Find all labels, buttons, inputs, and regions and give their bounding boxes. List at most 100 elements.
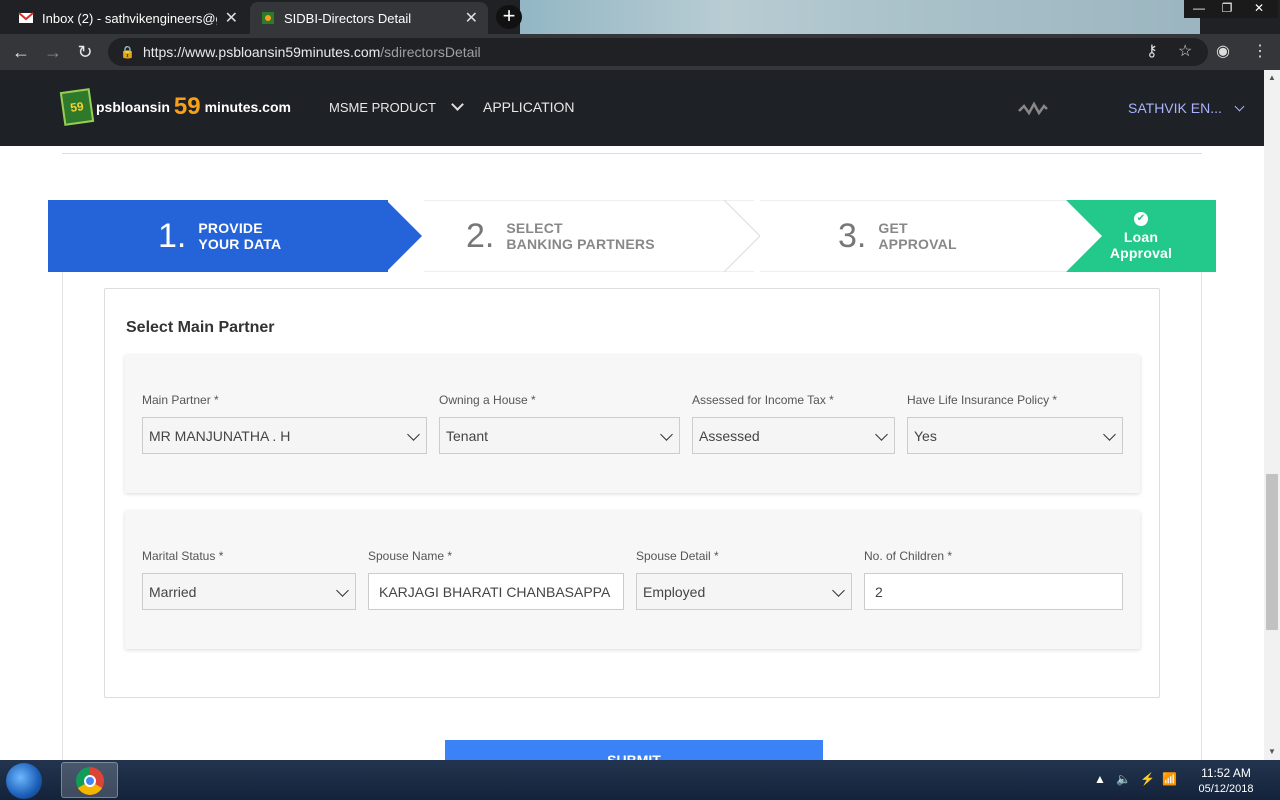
window-background <box>520 0 1200 34</box>
nav-msme-product[interactable]: MSME PRODUCT <box>329 98 465 115</box>
select-value: Married <box>149 583 197 600</box>
chevron-down-icon <box>875 428 888 441</box>
life-insurance-select[interactable]: Yes <box>907 417 1123 454</box>
step-label: Approval <box>1109 244 1173 261</box>
step-label: YOUR DATA <box>198 236 282 252</box>
nav-application[interactable]: APPLICATION <box>483 99 575 115</box>
close-tab-icon[interactable]: ✕ <box>225 8 238 28</box>
restore-button[interactable]: ❐ <box>1212 0 1242 18</box>
step-arrow <box>386 200 422 272</box>
tray-expand-icon[interactable]: ▲ <box>1094 772 1106 786</box>
main-partner-select[interactable]: MR MANJUNATHA . H <box>142 417 427 454</box>
clock-time: 11:52 AM <box>1201 766 1251 780</box>
site-logo[interactable]: 59 psbloansin 59 minutes.com <box>59 88 291 126</box>
chevron-down-icon <box>451 98 465 111</box>
minimize-button[interactable]: — <box>1184 0 1214 18</box>
chevron-down-icon <box>407 428 420 441</box>
field-label: Spouse Name * <box>368 549 453 563</box>
owning-house-field: Owning a House * Tenant <box>439 393 680 454</box>
step-label: Loan <box>1123 228 1159 245</box>
life-insurance-field: Have Life Insurance Policy * Yes <box>907 393 1123 454</box>
field-label: Marital Status * <box>142 549 224 563</box>
step-provide-data[interactable]: 1. PROVIDE YOUR DATA <box>48 200 388 272</box>
partner-details-panel: Main Partner * MR MANJUNATHA . H Owning … <box>125 355 1140 493</box>
children-field: No. of Children * 2 <box>864 549 1123 610</box>
step-label: GET <box>878 220 908 236</box>
menu-icon[interactable]: ⋮ <box>1252 38 1268 66</box>
field-label: Main Partner * <box>142 393 219 407</box>
clock-date: 05/12/2018 <box>1198 783 1254 795</box>
page-content: 1. PROVIDE YOUR DATA 2. SELECT BANKING PAR… <box>0 146 1264 760</box>
activity-icon[interactable] <box>1018 101 1048 117</box>
income-tax-field: Assessed for Income Tax * Assessed <box>692 393 895 454</box>
tab-gmail[interactable]: Inbox (2) - sathvikengineers@gm ✕ <box>8 2 248 34</box>
chevron-down-icon <box>832 584 845 597</box>
submit-button[interactable]: SUBMIT <box>445 740 823 760</box>
windows-taskbar: ▲ 🔈 ⚡ 📶 11:52 AM 05/12/2018 <box>0 760 1280 800</box>
step-get-approval[interactable]: 3. GET APPROVAL <box>760 200 1066 272</box>
start-button[interactable] <box>6 763 42 799</box>
logo-domain: minutes.com <box>204 99 291 115</box>
key-icon[interactable]: ⚷ <box>1146 38 1158 66</box>
forward-icon[interactable]: → <box>40 40 66 64</box>
site-favicon <box>262 12 274 24</box>
bookmark-star-icon[interactable]: ☆ <box>1178 38 1192 66</box>
chevron-down-icon <box>1103 428 1116 441</box>
main-partner-form: Select Main Partner Main Partner * MR MA… <box>104 288 1160 698</box>
marital-status-select[interactable]: Married <box>142 573 356 610</box>
field-label: Spouse Detail * <box>636 549 719 563</box>
close-window-button[interactable]: ✕ <box>1240 0 1278 18</box>
user-name: SATHVIK EN... <box>1128 100 1222 116</box>
form-title: Select Main Partner <box>126 319 275 336</box>
gmail-icon <box>18 12 34 23</box>
tab-title: SIDBI-Directors Detail <box>284 10 412 26</box>
scroll-down-icon[interactable]: ▼ <box>1264 744 1280 760</box>
logo-text: psbloansin <box>96 99 170 115</box>
logo-badge: 59 <box>59 88 95 126</box>
chevron-down-icon <box>1234 101 1245 112</box>
nav-msme-label: MSME PRODUCT <box>329 100 436 115</box>
system-clock[interactable]: 11:52 AM 05/12/2018 <box>1188 765 1264 797</box>
field-label: Assessed for Income Tax * <box>692 393 834 407</box>
step-select-banking[interactable]: 2. SELECT BANKING PARTNERS <box>424 200 754 272</box>
spouse-name-field: Spouse Name * KARJAGI BHARATI CHANBASAPP… <box>368 549 624 610</box>
input-value: KARJAGI BHARATI CHANBASAPPA <box>379 583 611 600</box>
step-number: 2. <box>466 216 495 255</box>
select-value: Tenant <box>446 427 489 444</box>
power-icon[interactable]: ⚡ <box>1140 772 1155 786</box>
address-bar[interactable]: 🔒 https://www.psbloansin59minutes.com /s… <box>108 38 1208 66</box>
network-icon[interactable]: 📶 <box>1162 772 1177 786</box>
step-label: APPROVAL <box>878 236 957 252</box>
step-label: SELECT <box>506 220 563 236</box>
browser-toolbar: ← → ↻ 🔒 https://www.psbloansin59minutes.… <box>0 34 1280 70</box>
chevron-down-icon <box>336 584 349 597</box>
reload-icon[interactable]: ↻ <box>72 40 98 64</box>
back-icon[interactable]: ← <box>8 40 34 64</box>
page-scrollbar[interactable]: ▲ ▼ <box>1264 70 1280 760</box>
chevron-down-icon <box>660 428 673 441</box>
select-value: Employed <box>643 583 706 600</box>
family-details-panel: Marital Status * Married Spouse Name * K… <box>125 511 1140 649</box>
new-tab-button[interactable]: + <box>496 5 522 29</box>
income-tax-select[interactable]: Assessed <box>692 417 895 454</box>
tab-sidbi[interactable]: SIDBI-Directors Detail ✕ <box>250 2 488 34</box>
scroll-up-icon[interactable]: ▲ <box>1264 70 1280 86</box>
taskbar-chrome[interactable] <box>61 762 118 798</box>
extension-icon[interactable]: ◉ <box>1216 38 1230 66</box>
scrollbar-thumb[interactable] <box>1266 474 1278 630</box>
volume-icon[interactable]: 🔈 <box>1116 772 1131 786</box>
spouse-name-input[interactable]: KARJAGI BHARATI CHANBASAPPA <box>368 573 624 610</box>
spouse-detail-field: Spouse Detail * Employed <box>636 549 852 610</box>
close-tab-icon[interactable]: ✕ <box>465 8 478 28</box>
url-path: /sdirectorsDetail <box>380 44 481 60</box>
browser-tabstrip: Inbox (2) - sathvikengineers@gm ✕ SIDBI-… <box>0 0 1280 34</box>
lock-icon: 🔒 <box>120 45 135 59</box>
user-menu[interactable]: SATHVIK EN... <box>1128 100 1245 116</box>
main-partner-field: Main Partner * MR MANJUNATHA . H <box>142 393 427 454</box>
check-icon: ✔ <box>1134 211 1148 226</box>
children-input[interactable]: 2 <box>864 573 1123 610</box>
owning-house-select[interactable]: Tenant <box>439 417 680 454</box>
field-label: No. of Children * <box>864 549 953 563</box>
select-value: MR MANJUNATHA . H <box>149 427 291 444</box>
spouse-detail-select[interactable]: Employed <box>636 573 852 610</box>
